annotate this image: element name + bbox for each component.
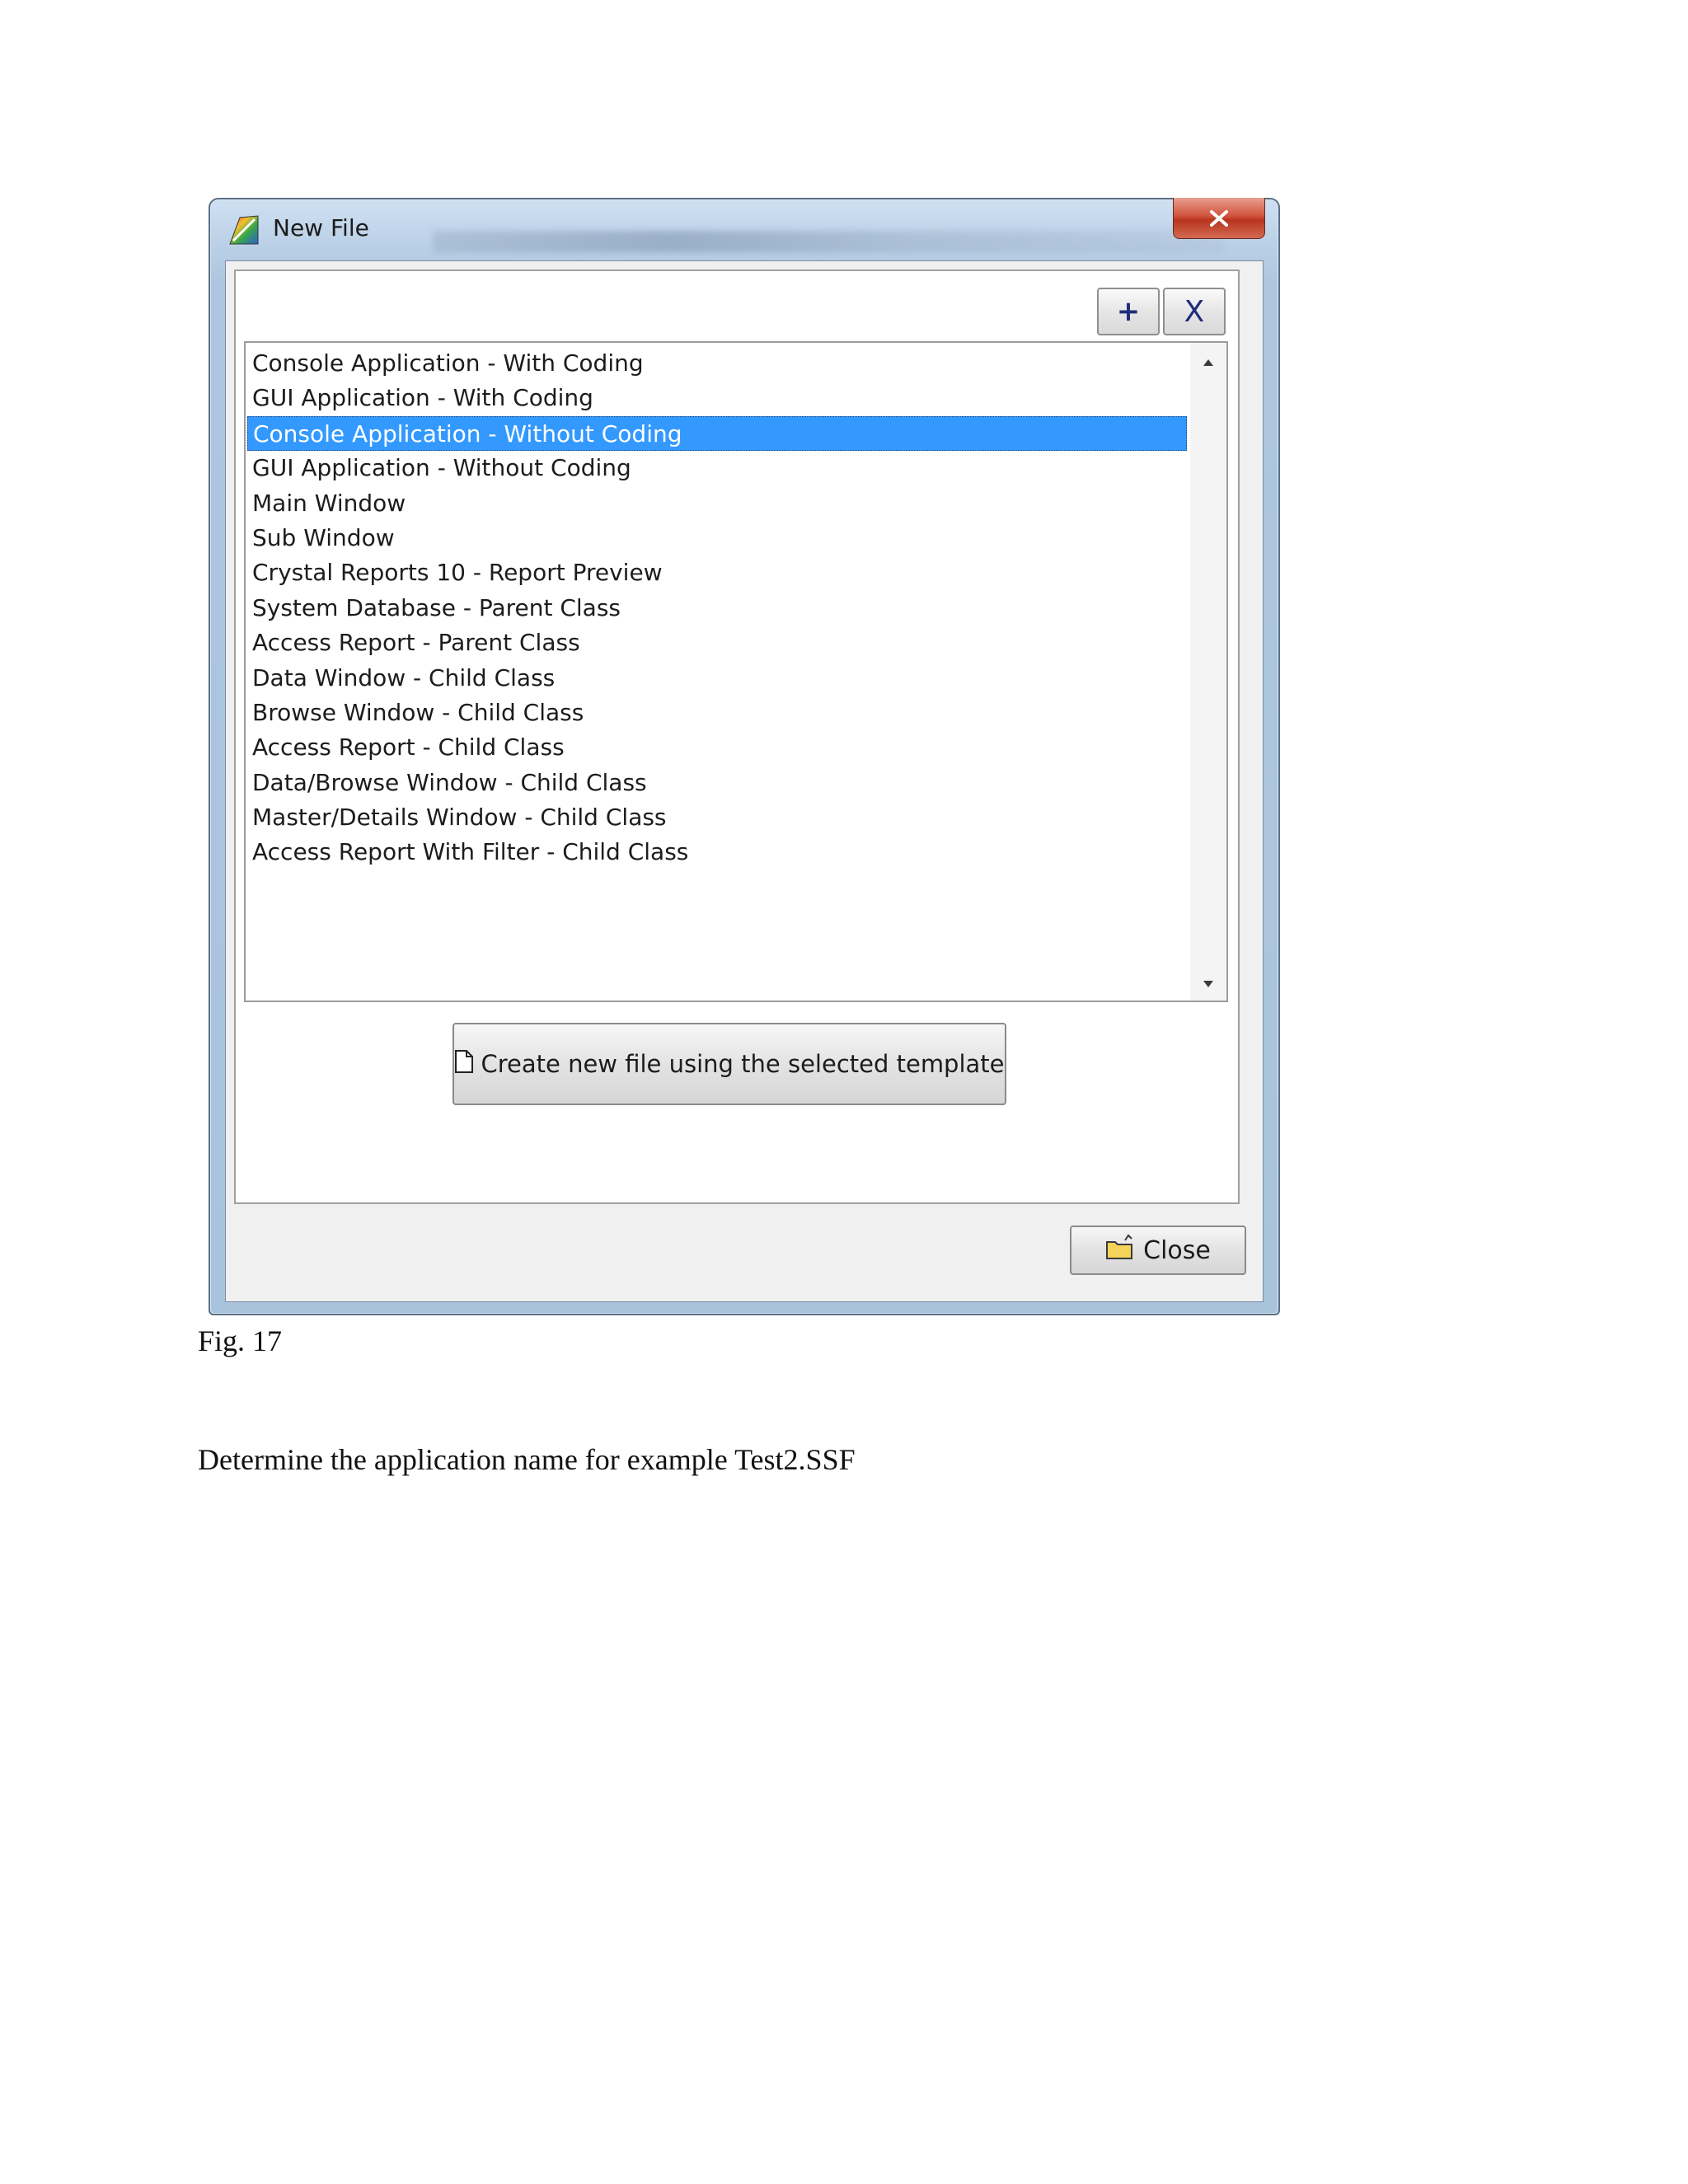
folder-close-icon (1105, 1234, 1135, 1267)
figure-caption: Fig. 17 (198, 1324, 283, 1357)
list-item[interactable]: Console Application - With Coding (247, 346, 1187, 381)
list-item[interactable]: Access Report - Parent Class (247, 626, 1187, 660)
close-button[interactable]: Close (1070, 1226, 1246, 1275)
blurred-background-text (433, 231, 1224, 252)
title-bar[interactable]: New File (210, 198, 1278, 257)
list-item[interactable]: Main Window (247, 486, 1187, 521)
vertical-scrollbar[interactable] (1190, 343, 1226, 1001)
app-palette-icon (228, 214, 260, 246)
list-item[interactable]: Sub Window (247, 521, 1187, 555)
add-template-button[interactable]: + (1097, 288, 1160, 335)
list-item[interactable]: Crystal Reports 10 - Report Preview (247, 555, 1187, 590)
document-icon (454, 1049, 474, 1080)
template-listbox[interactable]: Console Application - With Coding GUI Ap… (244, 341, 1228, 1002)
window-close-button[interactable] (1173, 198, 1265, 239)
dialog-client-area: + X Console Application - With Coding GU… (225, 260, 1264, 1302)
list-item[interactable]: GUI Application - With Coding (247, 381, 1187, 415)
new-file-window: New File + X Console Application - With … (209, 198, 1280, 1315)
template-list: Console Application - With Coding GUI Ap… (247, 346, 1187, 870)
list-item[interactable]: GUI Application - Without Coding (247, 451, 1187, 485)
template-panel: + X Console Application - With Coding GU… (234, 269, 1240, 1204)
create-file-label: Create new file using the selected templ… (481, 1050, 1005, 1078)
delete-template-button[interactable]: X (1163, 288, 1226, 335)
arrow-up-icon[interactable] (1190, 348, 1226, 377)
list-item[interactable]: Data Window - Child Class (247, 661, 1187, 696)
list-item[interactable]: Master/Details Window - Child Class (247, 800, 1187, 835)
list-item[interactable]: Data/Browse Window - Child Class (247, 766, 1187, 800)
body-paragraph: Determine the application name for examp… (198, 1443, 856, 1476)
window-title: New File (273, 214, 369, 241)
close-icon (1208, 209, 1230, 227)
close-button-label: Close (1143, 1235, 1211, 1265)
arrow-down-icon[interactable] (1190, 969, 1226, 999)
list-item[interactable]: Access Report - Child Class (247, 730, 1187, 765)
list-item-selected[interactable]: Console Application - Without Coding (247, 415, 1187, 452)
list-item[interactable]: System Database - Parent Class (247, 591, 1187, 626)
list-item[interactable]: Browse Window - Child Class (247, 696, 1187, 730)
list-item[interactable]: Access Report With Filter - Child Class (247, 835, 1187, 869)
create-file-button[interactable]: Create new file using the selected templ… (452, 1023, 1006, 1105)
